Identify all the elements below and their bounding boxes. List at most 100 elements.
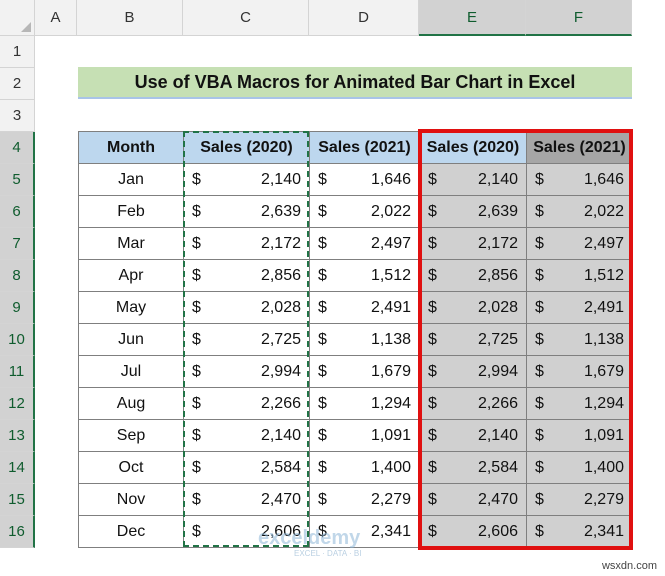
- row-header-6[interactable]: 6: [0, 196, 35, 228]
- month-cell[interactable]: Feb: [78, 195, 184, 228]
- row-header-1[interactable]: 1: [0, 36, 35, 68]
- row-header-13[interactable]: 13: [0, 420, 35, 452]
- amount-value: 2,470: [260, 491, 301, 508]
- sales-2021-copy-cell[interactable]: $2,341: [526, 515, 633, 548]
- sales-2021-copy-cell[interactable]: $1,512: [526, 259, 633, 292]
- currency-symbol: $: [535, 363, 544, 380]
- month-cell[interactable]: Jul: [78, 355, 184, 388]
- sales-2020-cell[interactable]: $2,140: [183, 163, 310, 196]
- row-header-16[interactable]: 16: [0, 516, 35, 548]
- row-header-2[interactable]: 2: [0, 68, 35, 100]
- sales-2020-copy-cell[interactable]: $2,994: [419, 355, 527, 388]
- column-header-a[interactable]: A: [35, 0, 77, 36]
- sales-2020-copy-cell[interactable]: $2,639: [419, 195, 527, 228]
- sales-2020-copy-cell[interactable]: $2,028: [419, 291, 527, 324]
- sales-2021-copy-cell[interactable]: $1,091: [526, 419, 633, 452]
- row-header-12[interactable]: 12: [0, 388, 35, 420]
- sales-2020-copy-cell[interactable]: $2,584: [419, 451, 527, 484]
- table-header-row: Month Sales (2020) Sales (2021) Sales (2…: [78, 131, 633, 164]
- row-header-15[interactable]: 15: [0, 484, 35, 516]
- row-header-14[interactable]: 14: [0, 452, 35, 484]
- month-cell[interactable]: Jun: [78, 323, 184, 356]
- row-header-4[interactable]: 4: [0, 132, 35, 164]
- month-cell[interactable]: Mar: [78, 227, 184, 260]
- table-row: Jan $2,140 $1,646 $2,140 $1,646: [78, 163, 633, 196]
- sales-2020-cell[interactable]: $2,266: [183, 387, 310, 420]
- sales-2021-copy-cell[interactable]: $2,279: [526, 483, 633, 516]
- sales-2020-cell[interactable]: $2,028: [183, 291, 310, 324]
- amount-value: 2,497: [583, 235, 624, 252]
- sales-2021-copy-cell[interactable]: $2,497: [526, 227, 633, 260]
- sales-2021-cell[interactable]: $1,138: [309, 323, 420, 356]
- amount-value: 2,856: [477, 267, 518, 284]
- sales-2020-cell[interactable]: $2,725: [183, 323, 310, 356]
- sales-2021-cell[interactable]: $1,512: [309, 259, 420, 292]
- sheet-title[interactable]: Use of VBA Macros for Animated Bar Chart…: [78, 67, 632, 99]
- amount-value: 2,140: [477, 171, 518, 188]
- header-sales-2021-copy[interactable]: Sales (2021): [526, 131, 633, 164]
- month-cell[interactable]: Dec: [78, 515, 184, 548]
- sales-2020-copy-cell[interactable]: $2,140: [419, 419, 527, 452]
- sales-2020-copy-cell[interactable]: $2,725: [419, 323, 527, 356]
- amount-value: 1,646: [370, 171, 411, 188]
- row-header-9[interactable]: 9: [0, 292, 35, 324]
- month-cell[interactable]: Oct: [78, 451, 184, 484]
- sales-2021-cell[interactable]: $1,294: [309, 387, 420, 420]
- sales-2020-cell[interactable]: $2,172: [183, 227, 310, 260]
- month-cell[interactable]: May: [78, 291, 184, 324]
- sales-2021-cell[interactable]: $1,646: [309, 163, 420, 196]
- column-header-f[interactable]: F: [526, 0, 632, 36]
- sales-2020-copy-cell[interactable]: $2,140: [419, 163, 527, 196]
- sales-2020-cell[interactable]: $2,470: [183, 483, 310, 516]
- select-all-corner[interactable]: [0, 0, 35, 36]
- sales-2021-copy-cell[interactable]: $2,022: [526, 195, 633, 228]
- sales-2021-copy-cell[interactable]: $1,138: [526, 323, 633, 356]
- sales-2020-cell[interactable]: $2,584: [183, 451, 310, 484]
- currency-symbol: $: [318, 427, 327, 444]
- sales-2020-cell[interactable]: $2,856: [183, 259, 310, 292]
- month-cell[interactable]: Nov: [78, 483, 184, 516]
- sales-2021-cell[interactable]: $2,491: [309, 291, 420, 324]
- sales-2020-copy-cell[interactable]: $2,856: [419, 259, 527, 292]
- column-header-c[interactable]: C: [183, 0, 309, 36]
- column-header-b[interactable]: B: [77, 0, 183, 36]
- header-month[interactable]: Month: [78, 131, 184, 164]
- sales-2021-copy-cell[interactable]: $2,491: [526, 291, 633, 324]
- sales-2020-cell[interactable]: $2,140: [183, 419, 310, 452]
- sales-2021-cell[interactable]: $1,400: [309, 451, 420, 484]
- column-header-d[interactable]: D: [309, 0, 419, 36]
- row-header-8[interactable]: 8: [0, 260, 35, 292]
- row-header-5[interactable]: 5: [0, 164, 35, 196]
- sales-2020-copy-cell[interactable]: $2,172: [419, 227, 527, 260]
- month-cell[interactable]: Apr: [78, 259, 184, 292]
- sales-2021-copy-cell[interactable]: $1,646: [526, 163, 633, 196]
- sales-2021-copy-cell[interactable]: $1,400: [526, 451, 633, 484]
- sales-2021-cell[interactable]: $2,022: [309, 195, 420, 228]
- month-cell[interactable]: Sep: [78, 419, 184, 452]
- header-sales-2020-copy[interactable]: Sales (2020): [419, 131, 527, 164]
- amount-value: 1,679: [370, 363, 411, 380]
- sales-2021-copy-cell[interactable]: $1,294: [526, 387, 633, 420]
- month-cell[interactable]: Jan: [78, 163, 184, 196]
- sales-2020-copy-cell[interactable]: $2,470: [419, 483, 527, 516]
- sales-2020-cell[interactable]: $2,639: [183, 195, 310, 228]
- sales-2020-cell[interactable]: $2,994: [183, 355, 310, 388]
- row-header-11[interactable]: 11: [0, 356, 35, 388]
- row-header-3[interactable]: 3: [0, 100, 35, 132]
- month-cell[interactable]: Aug: [78, 387, 184, 420]
- header-sales-2021[interactable]: Sales (2021): [309, 131, 420, 164]
- sales-2021-cell[interactable]: $2,279: [309, 483, 420, 516]
- sales-2021-copy-cell[interactable]: $1,679: [526, 355, 633, 388]
- column-header-e[interactable]: E: [419, 0, 526, 36]
- sales-2020-copy-cell[interactable]: $2,266: [419, 387, 527, 420]
- amount-value: 2,725: [260, 331, 301, 348]
- sales-2021-cell[interactable]: $1,091: [309, 419, 420, 452]
- amount-value: 1,400: [370, 459, 411, 476]
- sales-2021-cell[interactable]: $1,679: [309, 355, 420, 388]
- sales-2020-copy-cell[interactable]: $2,606: [419, 515, 527, 548]
- header-sales-2020[interactable]: Sales (2020): [183, 131, 310, 164]
- sales-2021-cell[interactable]: $2,497: [309, 227, 420, 260]
- row-header-7[interactable]: 7: [0, 228, 35, 260]
- row-header-10[interactable]: 10: [0, 324, 35, 356]
- amount-value: 1,138: [583, 331, 624, 348]
